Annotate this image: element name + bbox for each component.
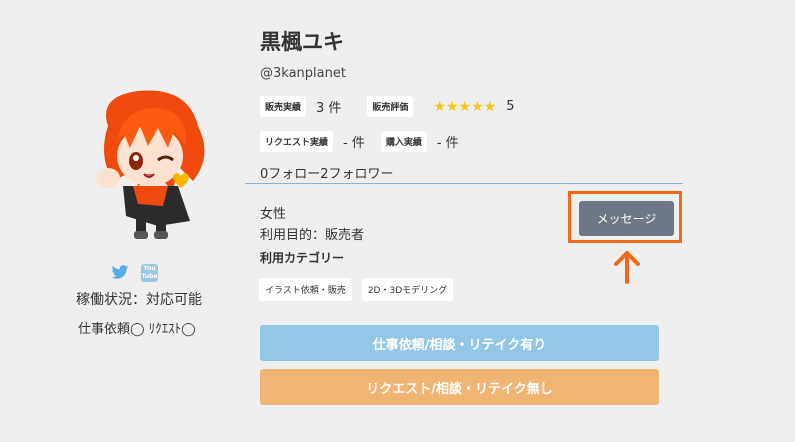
twitter-icon[interactable] — [111, 264, 129, 283]
purchase-value: - 件 — [436, 136, 459, 151]
category-tag[interactable]: 2D・3Dモデリング — [361, 278, 454, 301]
rating-label: 販売評価 — [367, 96, 414, 117]
avatar — [78, 86, 218, 246]
sales-label: 販売実績 — [260, 96, 307, 117]
sales-value: 3 件 — [316, 101, 342, 116]
availability-status: 稼働状況：対応可能 — [76, 292, 202, 308]
youtube-icon[interactable]: You Tube — [141, 264, 158, 282]
divider — [245, 183, 683, 184]
category-tags: イラスト依頼・販売 2D・3Dモデリング — [259, 278, 454, 301]
youtube-icon-text-you: You — [143, 265, 156, 272]
request-value: - 件 — [343, 136, 365, 151]
profile-name: 黒楓ユキ — [260, 30, 344, 54]
rating-stars: ★★★★★ — [433, 98, 497, 115]
gender: 女性 — [260, 207, 287, 222]
category-tag[interactable]: イラスト依頼・販売 — [259, 278, 352, 301]
request-button[interactable]: リクエスト/相談・リテイク無し — [260, 369, 659, 405]
request-label: リクエスト実績 — [260, 131, 334, 152]
request-status: 仕事依頼◯ ﾘｸｴｽﾄ◯ — [78, 322, 196, 337]
arrow-up-icon — [614, 251, 640, 284]
social-links: You Tube — [111, 264, 158, 283]
sales-stats-row: 販売実績 3 件 販売評価 ★★★★★ 5 — [260, 96, 514, 117]
profile-handle: @3kanplanet — [260, 66, 346, 81]
usage-purpose: 利用目的：販売者 — [260, 228, 365, 243]
purchase-label: 購入実績 — [380, 131, 427, 152]
job-request-button[interactable]: 仕事依頼/相談・リテイク有り — [260, 325, 659, 361]
category-heading: 利用カテゴリー — [260, 251, 345, 265]
follow-count[interactable]: 0フォロー2フォロワー — [260, 163, 394, 182]
message-button[interactable]: メッセージ — [579, 201, 674, 236]
youtube-icon-text-tube: Tube — [141, 273, 158, 280]
rating-value: 5 — [506, 99, 515, 114]
request-stats-row: リクエスト実績 - 件 購入実績 - 件 — [260, 131, 459, 152]
